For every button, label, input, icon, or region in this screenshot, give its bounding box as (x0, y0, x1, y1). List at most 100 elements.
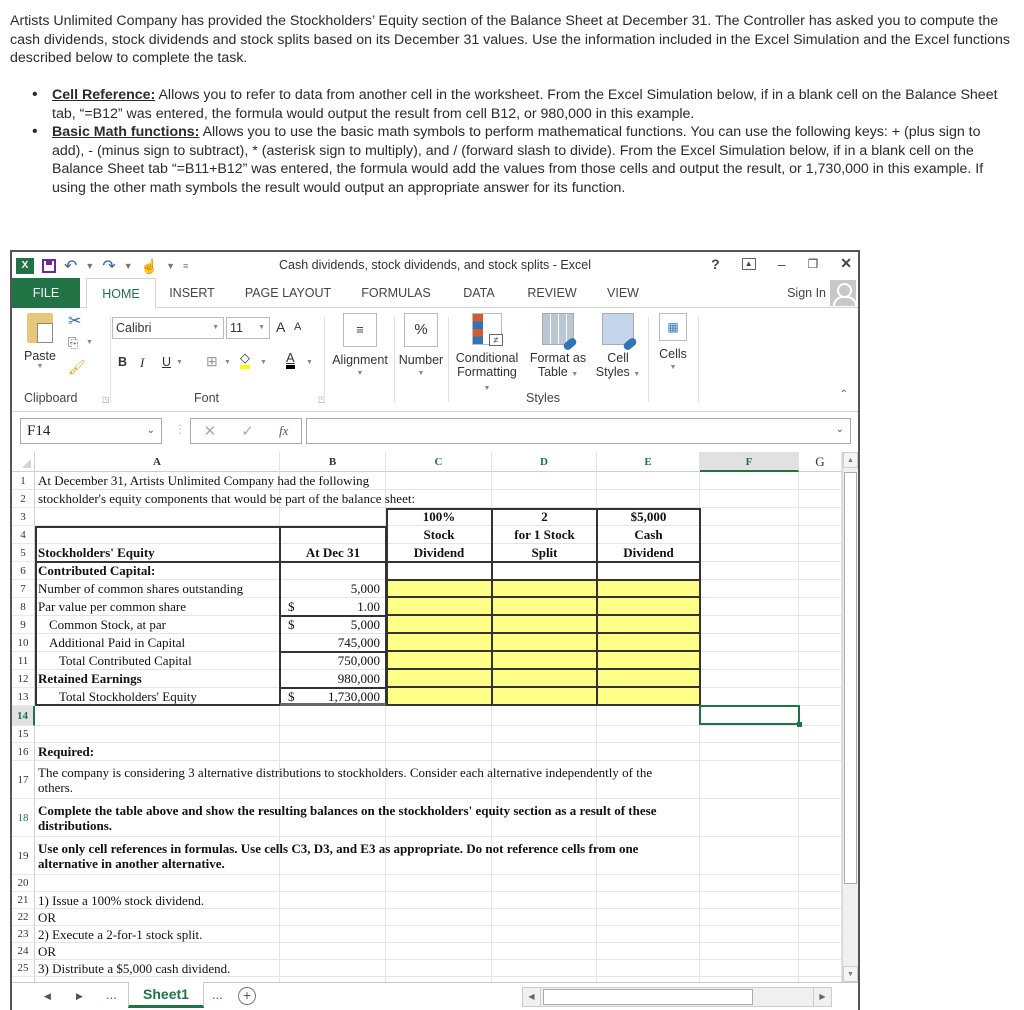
cell-F9[interactable] (700, 616, 799, 634)
cell-B15[interactable] (280, 726, 386, 743)
cell-G23[interactable] (799, 926, 842, 943)
cell-B16[interactable] (280, 743, 386, 761)
input-cell-D11[interactable] (492, 652, 597, 670)
horizontal-scroll-thumb[interactable] (543, 989, 753, 1005)
input-cell-C8[interactable] (386, 598, 492, 616)
active-cell-f14[interactable] (699, 705, 802, 727)
cell-G3[interactable] (799, 508, 842, 526)
row-header-19[interactable]: 19 (12, 837, 35, 875)
borders-icon[interactable]: ⊞ (206, 353, 218, 370)
column-header-d[interactable]: D (492, 452, 597, 472)
avatar-icon[interactable] (830, 280, 856, 306)
cells-button[interactable]: ▦ Cells ▼ (650, 313, 696, 375)
input-cell-D12[interactable] (492, 670, 597, 688)
cell-E1[interactable] (597, 472, 700, 490)
bold-button[interactable]: B (118, 355, 127, 369)
tab-view[interactable]: VIEW (600, 278, 646, 308)
input-cell-D10[interactable] (492, 634, 597, 652)
cell-B21[interactable] (280, 892, 386, 909)
row-header-7[interactable]: 7 (12, 580, 35, 598)
column-header-a[interactable]: A (35, 452, 280, 472)
tab-data[interactable]: DATA (456, 278, 502, 308)
row-header-23[interactable]: 23 (12, 926, 35, 943)
scroll-left-icon[interactable]: ◀ (523, 988, 541, 1006)
cell-C25[interactable] (386, 960, 492, 977)
input-cell-E9[interactable] (597, 616, 700, 634)
cell-F17[interactable] (700, 761, 799, 799)
input-cell-E7[interactable] (597, 580, 700, 598)
cell-B14[interactable] (280, 706, 386, 726)
row-header-2[interactable]: 2 (12, 490, 35, 508)
sheet-more-right[interactable]: ... (212, 987, 223, 1002)
cell-C14[interactable] (386, 706, 492, 726)
cell-B4[interactable] (280, 526, 386, 544)
scroll-up-icon[interactable]: ▲ (843, 452, 858, 468)
input-cell-D7[interactable] (492, 580, 597, 598)
input-cell-D8[interactable] (492, 598, 597, 616)
row-header-3[interactable]: 3 (12, 508, 35, 526)
input-cell-E8[interactable] (597, 598, 700, 616)
cell-D20[interactable] (492, 875, 597, 892)
cell-G5[interactable] (799, 544, 842, 562)
cell-A20[interactable] (35, 875, 280, 892)
tab-page-layout[interactable]: PAGE LAYOUT (238, 278, 338, 308)
cell-E6[interactable] (597, 562, 700, 580)
close-icon[interactable]: ✕ (840, 255, 852, 272)
sheet-prev-icon[interactable]: ◀ (44, 991, 51, 1002)
cancel-icon[interactable]: ✕ (204, 422, 217, 440)
row-header-21[interactable]: 21 (12, 892, 35, 909)
paste-button[interactable]: Paste ▼ (20, 313, 60, 370)
cell-F23[interactable] (700, 926, 799, 943)
row-header-6[interactable]: 6 (12, 562, 35, 580)
horizontal-scrollbar[interactable]: ◀ ▶ (522, 987, 832, 1007)
cell-G21[interactable] (799, 892, 842, 909)
cell-G1[interactable] (799, 472, 842, 490)
vertical-scroll-thumb[interactable] (844, 472, 857, 884)
cell-G16[interactable] (799, 743, 842, 761)
column-header-g[interactable]: G (799, 452, 842, 472)
column-header-e[interactable]: E (597, 452, 700, 472)
cell-F21[interactable] (700, 892, 799, 909)
cell-C15[interactable] (386, 726, 492, 743)
scroll-right-icon[interactable]: ▶ (813, 988, 831, 1006)
input-cell-E10[interactable] (597, 634, 700, 652)
sheet-more-left[interactable]: ... (106, 987, 117, 1002)
input-cell-D9[interactable] (492, 616, 597, 634)
cell-E24[interactable] (597, 943, 700, 960)
font-color-icon[interactable]: A (286, 351, 295, 369)
column-header-c[interactable]: C (386, 452, 492, 472)
cell-B22[interactable] (280, 909, 386, 926)
input-cell-C11[interactable] (386, 652, 492, 670)
select-all-button[interactable] (12, 452, 35, 472)
ribbon-display-icon[interactable]: ▲ (741, 257, 756, 270)
cell-F1[interactable] (700, 472, 799, 490)
add-sheet-icon[interactable]: + (238, 987, 256, 1005)
row-header-16[interactable]: 16 (12, 743, 35, 761)
collapse-ribbon-icon[interactable]: ⌃ (840, 389, 848, 400)
font-size-dropdown-icon[interactable]: ▼ (258, 318, 265, 338)
input-cell-C9[interactable] (386, 616, 492, 634)
cell-C22[interactable] (386, 909, 492, 926)
cell-styles-button[interactable]: Cell Styles ▼ (592, 313, 644, 382)
cell-F15[interactable] (700, 726, 799, 743)
cell-E2[interactable] (597, 490, 700, 508)
tab-formulas[interactable]: FORMULAS (358, 278, 434, 308)
insert-function-icon[interactable]: fx (279, 423, 288, 439)
format-painter-icon[interactable]: 🖌 (68, 359, 86, 376)
cell-A14[interactable] (35, 706, 280, 726)
cell-D23[interactable] (492, 926, 597, 943)
cell-E25[interactable] (597, 960, 700, 977)
cell-D25[interactable] (492, 960, 597, 977)
cell-C21[interactable] (386, 892, 492, 909)
worksheet-grid[interactable]: A B C D E F G 1 2 3 4 5 6 7 8 9 10 11 12 13 14 15 16 17 1… (12, 452, 858, 987)
cell-D22[interactable] (492, 909, 597, 926)
cell-D24[interactable] (492, 943, 597, 960)
name-box-dropdown-icon[interactable]: ⌄ (147, 419, 155, 443)
fill-color-icon[interactable]: ◇ (240, 351, 250, 369)
cell-A15[interactable] (35, 726, 280, 743)
row-header-25[interactable]: 25 (12, 960, 35, 977)
underline-dropdown-icon[interactable]: ▼ (176, 359, 183, 366)
cell-G12[interactable] (799, 670, 842, 688)
row-header-14[interactable]: 14 (12, 706, 35, 726)
name-box[interactable]: F14 ⌄ (20, 418, 162, 444)
